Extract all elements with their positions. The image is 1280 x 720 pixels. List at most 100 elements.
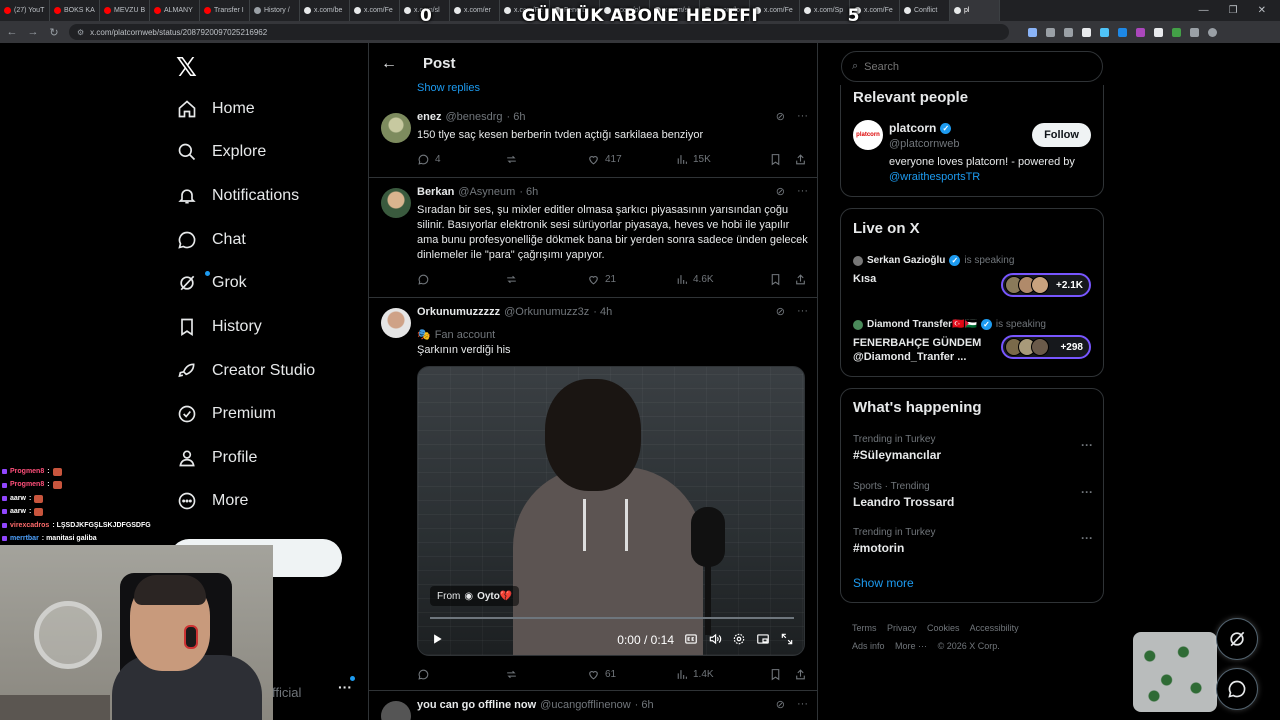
avatar[interactable] xyxy=(381,188,411,218)
browser-tab[interactable]: History / xyxy=(250,0,300,21)
trend-item[interactable]: Sports · Trending Leandro Trossard ··· xyxy=(853,481,1093,509)
show-more-link[interactable]: Show more xyxy=(853,576,914,590)
footer-link[interactable]: Terms xyxy=(852,623,877,633)
x-logo-icon[interactable]: 𝕏 xyxy=(176,53,197,83)
repost-button[interactable] xyxy=(505,153,587,166)
extension-icon[interactable] xyxy=(1100,27,1109,37)
search-box[interactable]: ⌕ xyxy=(841,51,1103,82)
settings-icon[interactable] xyxy=(732,632,746,649)
extension-icon[interactable] xyxy=(1082,27,1091,37)
browser-tab[interactable]: MEVZU B xyxy=(100,0,150,21)
browser-tab[interactable]: x.com/Sp xyxy=(800,0,850,21)
author-handle[interactable]: @Asyneum xyxy=(458,186,515,198)
avatar[interactable]: platcorn xyxy=(853,120,883,150)
footer-link[interactable]: Accessibility xyxy=(970,623,1019,633)
nav-item-premium[interactable]: Premium xyxy=(177,404,276,424)
extension-icon[interactable] xyxy=(1172,27,1181,37)
author-name[interactable]: enez xyxy=(417,111,441,123)
listeners-pill[interactable]: +298 xyxy=(1001,335,1091,359)
avatar[interactable] xyxy=(381,113,411,143)
tweet-more-icon[interactable]: ··· xyxy=(797,110,808,123)
video-progress-bar[interactable] xyxy=(430,617,794,619)
nav-item-explore[interactable]: Explore xyxy=(177,142,266,162)
browser-tab[interactable]: x.com/Fe xyxy=(350,0,400,21)
browser-tab[interactable]: BOKS KA xyxy=(50,0,100,21)
back-arrow-icon[interactable]: ← xyxy=(381,55,397,73)
browser-tab[interactable]: ALMANY xyxy=(150,0,200,21)
browser-tab[interactable]: Transfer I xyxy=(200,0,250,21)
like-button[interactable]: 21 xyxy=(587,273,675,286)
nav-item-notifications[interactable]: Notifications xyxy=(177,186,299,206)
views-button[interactable]: 1.4K xyxy=(675,668,769,681)
forward-nav-icon[interactable]: → xyxy=(27,26,39,38)
grok-explain-icon[interactable]: ⊘ xyxy=(776,305,785,318)
grok-explain-icon[interactable]: ⊘ xyxy=(776,185,785,198)
volume-icon[interactable] xyxy=(708,632,722,649)
person-name[interactable]: platcorn ✓ xyxy=(889,121,952,135)
reply-tweet[interactable]: you can go offline now @ucangofflinenow … xyxy=(369,691,817,720)
grok-floating-button[interactable] xyxy=(1216,618,1258,660)
browser-tab[interactable]: pl xyxy=(950,0,1000,21)
reply-tweet[interactable]: enez @benesdrg · 6h ⊘ ··· 150 tlye saç k… xyxy=(369,103,817,178)
nav-item-home[interactable]: Home xyxy=(177,99,255,119)
browser-tab[interactable]: (27) YouT xyxy=(0,0,50,21)
follow-button[interactable]: Follow xyxy=(1032,123,1091,147)
nav-item-chat[interactable]: Chat xyxy=(177,230,246,250)
url-field[interactable]: ⚙ x.com/platcornweb/status/2087920097025… xyxy=(69,24,1009,40)
avatar[interactable] xyxy=(381,308,411,338)
author-handle[interactable]: @Orkunumuzz3z xyxy=(504,306,589,318)
extension-icon[interactable] xyxy=(1028,27,1037,37)
minimize-icon[interactable]: — xyxy=(1199,5,1209,16)
like-button[interactable]: 61 xyxy=(587,668,675,681)
reply-button[interactable] xyxy=(417,668,505,681)
grok-explain-icon[interactable]: ⊘ xyxy=(776,698,785,711)
browser-tab[interactable]: x.com/be xyxy=(300,0,350,21)
pip-icon[interactable] xyxy=(756,632,770,649)
extension-icon[interactable] xyxy=(1190,27,1199,37)
tweet-more-icon[interactable]: ··· xyxy=(797,305,808,318)
footer-link[interactable]: Cookies xyxy=(927,623,960,633)
repost-button[interactable] xyxy=(505,668,587,681)
trend-item[interactable]: Trending in Turkey #motorin ··· xyxy=(853,527,1093,555)
author-name[interactable]: you can go offline now xyxy=(417,699,536,711)
tweet-time[interactable]: · 6h xyxy=(635,699,654,711)
restore-icon[interactable]: ❐ xyxy=(1229,5,1238,16)
nav-item-profile[interactable]: Profile xyxy=(177,448,257,468)
share-button[interactable] xyxy=(794,668,807,681)
share-button[interactable] xyxy=(794,273,807,286)
trend-more-icon[interactable]: ··· xyxy=(1081,485,1093,499)
extension-icon[interactable] xyxy=(1154,27,1163,37)
extension-icon[interactable] xyxy=(1118,27,1127,37)
fullscreen-icon[interactable] xyxy=(780,632,794,649)
reply-button[interactable] xyxy=(417,273,505,286)
trend-more-icon[interactable]: ··· xyxy=(1081,438,1093,452)
avatar[interactable] xyxy=(381,701,411,720)
extension-icon[interactable] xyxy=(1046,27,1055,37)
trend-item[interactable]: Trending in Turkey #Süleymancılar ··· xyxy=(853,434,1093,462)
tweet-time[interactable]: · 6h xyxy=(507,111,526,123)
site-info-icon[interactable]: ⚙ xyxy=(77,28,84,37)
browser-tab[interactable]: Conflict xyxy=(900,0,950,21)
reply-button[interactable]: 4 xyxy=(417,153,505,166)
author-name[interactable]: Berkan xyxy=(417,186,454,198)
nav-item-more[interactable]: More xyxy=(177,491,248,511)
footer-link[interactable]: Ads info xyxy=(852,641,885,651)
bookmark-button[interactable] xyxy=(769,153,782,166)
reply-tweet-with-video[interactable]: Orkunumuzzzzz @Orkunumuzz3z · 4h ⊘ ··· 🎭… xyxy=(369,298,817,691)
bookmark-button[interactable] xyxy=(769,273,782,286)
extension-icon[interactable] xyxy=(1136,27,1145,37)
author-name[interactable]: Orkunumuzzzzz xyxy=(417,306,500,318)
messages-floating-button[interactable] xyxy=(1216,668,1258,710)
trend-more-icon[interactable]: ··· xyxy=(1081,531,1093,545)
tweet-time[interactable]: · 4h xyxy=(593,306,612,318)
play-icon[interactable] xyxy=(430,632,444,649)
footer-link[interactable]: More ··· xyxy=(895,641,927,651)
views-button[interactable]: 15K xyxy=(675,153,769,166)
bio-link[interactable]: @wraithesportsTR xyxy=(889,171,980,183)
tweet-more-icon[interactable]: ··· xyxy=(797,185,808,198)
repost-button[interactable] xyxy=(505,273,587,286)
author-handle[interactable]: @ucangofflinenow xyxy=(540,699,630,711)
back-nav-icon[interactable]: ← xyxy=(6,26,18,38)
grok-explain-icon[interactable]: ⊘ xyxy=(776,110,785,123)
live-space[interactable]: Serkan Gazioğlu ✓ is speaking Kısa +2.1K xyxy=(853,255,1093,297)
